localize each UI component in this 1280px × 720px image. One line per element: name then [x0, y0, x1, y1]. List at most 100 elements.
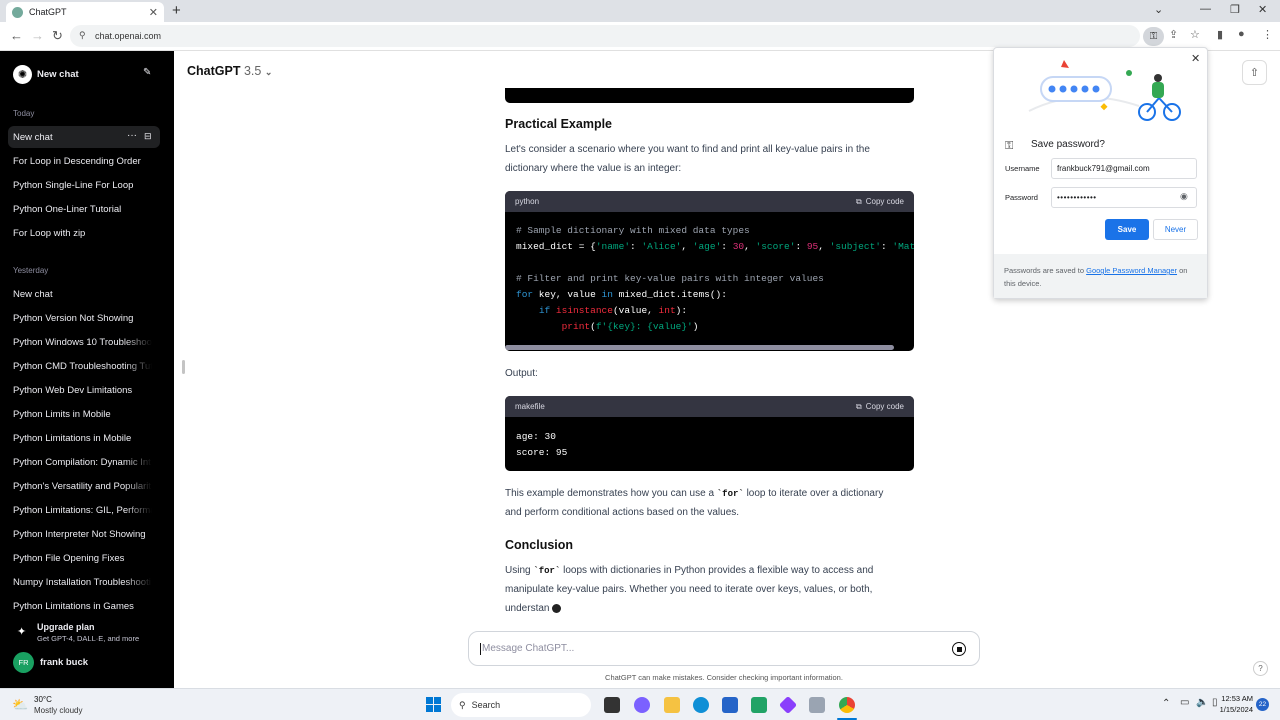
share-icon[interactable]: ⇪	[1169, 28, 1178, 41]
tab-search-icon[interactable]: ⌄	[1154, 3, 1163, 16]
chat-item[interactable]: Python Limitations in Mobile	[13, 433, 163, 444]
app-icon[interactable]	[778, 695, 798, 715]
chat-item[interactable]: Python Limits in Mobile	[13, 409, 163, 420]
never-button[interactable]: Never	[1153, 219, 1198, 240]
code-header: python ⧉ Copy code	[505, 191, 914, 212]
maximize-icon[interactable]: ❐	[1230, 3, 1240, 16]
code-language: python	[515, 197, 540, 206]
chat-item[interactable]: New chat	[13, 289, 163, 300]
app-icon[interactable]	[809, 697, 825, 713]
new-chat-button[interactable]: New chat	[37, 69, 79, 80]
close-tab-icon[interactable]: ✕	[149, 6, 158, 19]
code-block-python: python ⧉ Copy code # Sample dictionary w…	[505, 191, 914, 351]
chat-item[interactable]: Python's Versatility and Popularit	[13, 481, 152, 492]
model-version: 3.5	[243, 64, 262, 78]
forward-icon[interactable]: →	[31, 28, 44, 43]
avatar[interactable]: FR	[13, 652, 34, 673]
network-icon[interactable]: ▭	[1180, 697, 1189, 708]
chat-item[interactable]: New chat	[13, 132, 118, 143]
chat-item[interactable]: Python One-Liner Tutorial	[13, 204, 163, 215]
weather-desc: Mostly cloudy	[34, 706, 83, 715]
profile-icon[interactable]: ●	[1238, 28, 1245, 40]
store-icon[interactable]	[722, 697, 738, 713]
sidebar-toggle-handle[interactable]	[182, 360, 185, 374]
password-manager-link[interactable]: Google Password Manager	[1086, 266, 1177, 275]
close-window-icon[interactable]: ✕	[1258, 3, 1267, 16]
chat-item[interactable]: For Loop with zip	[13, 228, 163, 239]
taskbar-search[interactable]: ⚲ Search	[451, 693, 591, 717]
chat-item[interactable]: Python Limitations in Games	[13, 601, 163, 612]
bookmark-star-icon[interactable]: ☆	[1190, 28, 1200, 41]
chat-item[interactable]: Python Version Not Showing	[13, 313, 163, 324]
dialog-footer: Passwords are saved to Google Password M…	[994, 254, 1207, 298]
chat-app-icon[interactable]	[634, 697, 650, 713]
clock-date[interactable]: 1/15/2024	[1210, 705, 1253, 714]
reload-icon[interactable]: ↻	[52, 28, 63, 44]
chat-item[interactable]: Python Compilation: Dynamic Int	[13, 457, 152, 468]
address-bar[interactable]: ⚲ chat.openai.com	[70, 25, 1140, 47]
app-icon[interactable]	[751, 697, 767, 713]
share-chat-icon[interactable]: ⇧	[1242, 60, 1267, 85]
upgrade-plan-button[interactable]: Upgrade plan	[37, 622, 95, 632]
paragraph-line: and perform conditional actions based on…	[505, 507, 740, 518]
close-dialog-icon[interactable]: ✕	[1191, 52, 1200, 65]
section-label-yesterday: Yesterday	[13, 266, 49, 275]
stop-generating-button[interactable]	[952, 642, 966, 656]
more-options-icon[interactable]: ···	[127, 130, 137, 141]
copy-code-button[interactable]: ⧉ Copy code	[856, 197, 904, 207]
task-view-icon[interactable]	[604, 697, 620, 713]
chat-item[interactable]: Python Web Dev Limitations	[13, 385, 163, 396]
footer-text: Passwords are saved to	[1004, 266, 1087, 275]
message-placeholder: Message ChatGPT...	[482, 643, 575, 654]
chat-item[interactable]: Numpy Installation Troubleshooti	[13, 577, 152, 588]
site-info-icon[interactable]: ⚲	[79, 30, 86, 41]
edge-icon[interactable]	[693, 697, 709, 713]
chat-item[interactable]: For Loop in Descending Order	[13, 156, 163, 167]
password-illustration	[1028, 60, 1181, 121]
message-input[interactable]: Message ChatGPT...	[468, 631, 980, 666]
chat-item[interactable]: Python CMD Troubleshooting Tut	[13, 361, 152, 372]
chat-item[interactable]: Python Interpreter Not Showing	[13, 529, 163, 540]
clock-time[interactable]: 12:53 AM	[1217, 694, 1253, 703]
user-name[interactable]: frank buck	[40, 657, 88, 668]
username-field[interactable]: frankbuck791@gmail.com	[1051, 158, 1197, 179]
save-button[interactable]: Save	[1105, 219, 1149, 240]
weather-icon[interactable]: ⛅	[12, 697, 28, 713]
windows-start-icon[interactable]	[426, 697, 441, 712]
password-field[interactable]: ••••••••••••	[1051, 187, 1197, 208]
text-span: This example demonstrates how you can us…	[505, 488, 717, 499]
chat-item[interactable]: Python Windows 10 Troubleshoot	[13, 337, 152, 348]
horizontal-scrollbar[interactable]	[505, 345, 894, 350]
new-tab-icon[interactable]: +	[172, 2, 181, 19]
browser-tab[interactable]: ChatGPT ✕	[6, 2, 164, 22]
clipboard-icon: ⧉	[856, 196, 862, 206]
chevron-up-icon[interactable]: ⌃	[1162, 698, 1170, 709]
show-password-eye-icon[interactable]: ◉	[1180, 191, 1188, 202]
side-panel-icon[interactable]: ▮	[1217, 28, 1223, 41]
model-selector[interactable]: ChatGPT 3.5 ⌄	[187, 64, 272, 78]
code-language: makefile	[515, 402, 545, 411]
typing-cursor-icon	[552, 603, 562, 613]
code-line: print(f'{key}: {value}')	[561, 321, 699, 332]
browser-menu-icon[interactable]: ⋮	[1262, 28, 1273, 41]
password-dots: ••••••••••••	[1057, 193, 1097, 202]
copy-code-button[interactable]: ⧉ Copy code	[856, 402, 904, 412]
notification-badge[interactable]: 22	[1256, 698, 1269, 711]
minimize-icon[interactable]: —	[1200, 3, 1211, 15]
code-line: mixed_dict = {'name': 'Alice', 'age': 30…	[516, 241, 914, 252]
help-icon[interactable]: ?	[1253, 661, 1268, 676]
save-password-dialog: ✕ ⚿ Save password? Username frankbuck791…	[993, 47, 1208, 299]
compose-icon[interactable]: ✎	[143, 67, 151, 78]
code-line: if isinstance(value, int):	[538, 305, 688, 316]
chrome-icon[interactable]	[839, 697, 855, 713]
chat-item[interactable]: Python File Opening Fixes	[13, 553, 163, 564]
openai-logo-icon: ✺	[13, 65, 32, 84]
password-key-icon[interactable]: ⚿	[1143, 27, 1164, 46]
back-icon[interactable]: ←	[10, 28, 23, 43]
chat-item[interactable]: Python Single-Line For Loop	[13, 180, 163, 191]
chat-item[interactable]: Python Limitations: GIL, Performa	[13, 505, 152, 516]
chevron-down-icon: ⌄	[264, 67, 273, 77]
volume-icon[interactable]: 🔈	[1196, 697, 1208, 708]
archive-icon[interactable]: ⊟	[144, 131, 152, 142]
file-explorer-icon[interactable]	[664, 697, 680, 713]
